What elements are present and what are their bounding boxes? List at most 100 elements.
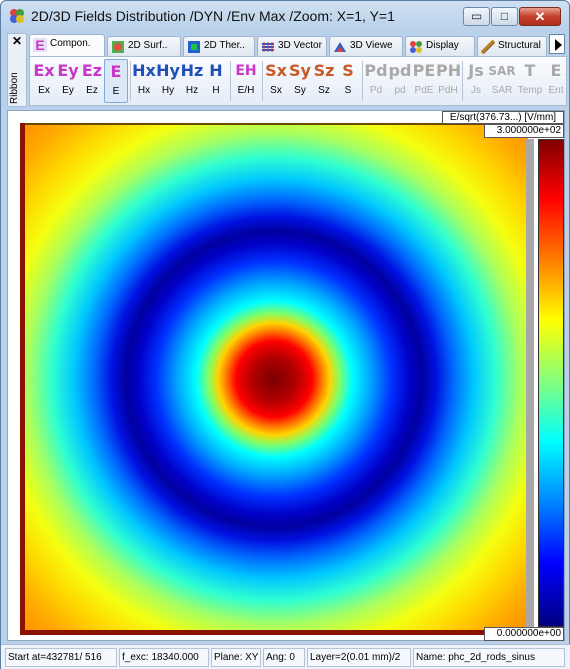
ez-icon: Ez (81, 61, 103, 80)
tab-label: Compon. (50, 38, 91, 49)
minimize-button[interactable]: ▭ (463, 7, 490, 26)
status-plane: Plane: XY (211, 648, 261, 667)
title-bar[interactable]: 2D/3D Fields Distribution /DYN /Env Max … (1, 1, 569, 31)
toolbar-separator (262, 61, 263, 101)
pdh-button[interactable]: PH PdH (436, 59, 461, 103)
tab-label: Structural (498, 40, 541, 51)
plot-border-bottom (20, 630, 528, 635)
pd-button[interactable]: Pd Pd (364, 59, 388, 103)
status-name: Name: phc_2d_rods_sinus (413, 648, 565, 667)
vector-icon (262, 42, 274, 52)
tab-label: 2D Surf.. (128, 40, 168, 51)
pd-icon: Pd (364, 61, 388, 80)
js-label: Js (471, 85, 481, 96)
colorbar-max-label: 3.000000e+02 (484, 124, 564, 138)
app-icon (10, 9, 24, 23)
eh-label: E/H (237, 85, 255, 96)
ey-button[interactable]: Ey Ey (56, 59, 80, 103)
ent-button[interactable]: E Ent (544, 59, 568, 103)
ez-button[interactable]: Ez Ez (80, 59, 104, 103)
hx-icon: Hx (132, 61, 156, 80)
colorbar (538, 139, 564, 627)
minimize-icon: ▭ (470, 9, 483, 23)
structural-icon (481, 40, 495, 54)
thermal-icon (188, 41, 200, 53)
tab-display[interactable]: Display (405, 36, 475, 56)
sz-label: Sz (318, 85, 330, 96)
hx-button[interactable]: Hx Hx (132, 59, 156, 103)
h-label: H (212, 85, 220, 96)
tab-scroll-right-button[interactable] (549, 34, 565, 54)
sar-button[interactable]: SAR SAR (488, 59, 516, 103)
sy-label: Sy (294, 85, 306, 96)
component-toolbar: Ex Ex Ey Ey Ez Ez EE Hx Hx Hy Hy Hz Hz HH EH E/… (29, 56, 567, 106)
tab-3d-viewer[interactable]: 3D Viewe (329, 36, 403, 56)
close-icon: ✕ (534, 9, 546, 24)
e-over-h-button[interactable]: EH E/H (232, 59, 260, 103)
pdh-label: PdH (438, 85, 458, 96)
hy-button[interactable]: Hy Hy (156, 59, 180, 103)
toolbar-separator (230, 61, 231, 101)
ribbon-close-button[interactable]: ✕ (8, 34, 26, 48)
component-e-icon: E (33, 38, 47, 52)
sar-label: SAR (491, 85, 513, 96)
toolbar-separator (362, 61, 363, 101)
field-distribution-plot[interactable] (20, 123, 528, 635)
plot-border-left (20, 123, 25, 635)
h-button[interactable]: HH (204, 59, 228, 103)
pd-lower-icon: pd (388, 61, 412, 80)
pd-lower-button[interactable]: pd pd (388, 59, 412, 103)
status-start: Start at=432781/ 516 (5, 648, 117, 667)
ey-icon: Ey (57, 61, 79, 80)
tab-structural[interactable]: Structural (477, 36, 547, 56)
h-icon: H (209, 61, 223, 80)
tab-label: 3D Vector (278, 40, 322, 51)
ent-label: Ent (548, 85, 564, 96)
temp-label: Temp (517, 85, 543, 96)
pde-label: PdE (414, 85, 434, 96)
sx-button[interactable]: Sx Sx (264, 59, 288, 103)
sy-icon: Sy (289, 61, 311, 80)
ribbon-tabs: E Compon. 2D Surf.. 2D Ther.. 3D Vector … (29, 34, 551, 56)
tab-label: 2D Ther.. (204, 40, 245, 51)
maximize-icon: □ (500, 9, 509, 23)
e-button[interactable]: EE (104, 59, 128, 103)
s-button[interactable]: SS (336, 59, 360, 103)
field-viewport[interactable]: E/sqrt(376.73...) [V/mm] 3.000000e+02 0.… (7, 110, 565, 641)
tab-3d-vector[interactable]: 3D Vector (257, 36, 327, 56)
ex-icon: Ex (33, 61, 55, 80)
surface-icon (112, 41, 124, 53)
ez-label: Ez (86, 85, 98, 96)
sy-button[interactable]: Sy Sy (288, 59, 312, 103)
close-button[interactable]: ✕ (519, 7, 561, 26)
ribbon-side-panel: ✕ Ribbon (7, 33, 27, 107)
application-window: 2D/3D Fields Distribution /DYN /Env Max … (0, 0, 570, 669)
js-button[interactable]: Js Js (464, 59, 488, 103)
ey-label: Ey (62, 85, 74, 96)
pd-label: Pd (369, 85, 383, 96)
maximize-button[interactable]: □ (491, 7, 518, 26)
display-icon (410, 41, 422, 53)
ex-button[interactable]: Ex Ex (32, 59, 56, 103)
plot-edge-strip (526, 139, 534, 635)
eh-icon: EH (235, 63, 257, 79)
ribbon-label: Ribbon (9, 72, 20, 104)
tab-2d-surface[interactable]: 2D Surf.. (107, 36, 181, 56)
js-icon: Js (468, 61, 484, 80)
hy-label: Hy (161, 85, 175, 96)
pde-button[interactable]: PE PdE (412, 59, 436, 103)
sz-button[interactable]: Sz Sz (312, 59, 336, 103)
e-icon: E (110, 62, 122, 81)
tab-2d-thermal[interactable]: 2D Ther.. (183, 36, 255, 56)
ent-icon: E (550, 61, 562, 80)
toolbar-separator (130, 61, 131, 101)
temp-icon: T (524, 61, 536, 80)
colorbar-title: E/sqrt(376.73...) [V/mm] (442, 111, 564, 124)
viewer-icon (334, 42, 346, 52)
tab-components[interactable]: E Compon. (29, 34, 105, 56)
temp-button[interactable]: T Temp (516, 59, 544, 103)
status-frequency: f_exc: 18340.000 (119, 648, 209, 667)
hz-button[interactable]: Hz Hz (180, 59, 204, 103)
status-bar: Start at=432781/ 516 f_exc: 18340.000 Pl… (1, 644, 570, 669)
colorbar-min-label: 0.000000e+00 (484, 627, 564, 641)
